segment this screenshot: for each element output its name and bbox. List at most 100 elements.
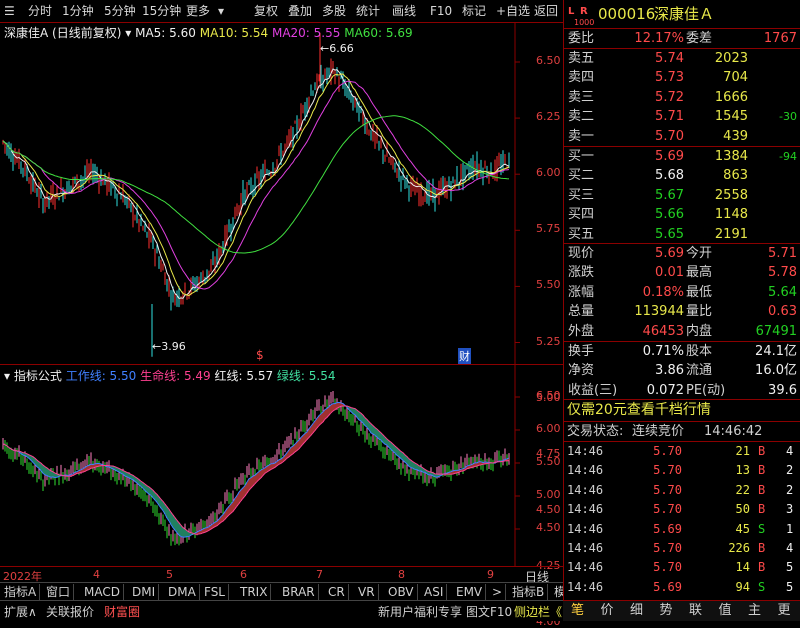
stats-value: 0.18% [642, 284, 684, 300]
indicator-tab-3[interactable]: DMI [129, 584, 160, 600]
quote-tab-7[interactable]: 更 [770, 601, 799, 621]
weibi-value: 12.17% [634, 31, 684, 46]
indicator-chart[interactable]: ▾ 指标公式 工作线: 5.50 生命线: 5.49 红线: 5.57 绿线: … [0, 364, 563, 567]
fund-label: PE(动) [686, 382, 726, 398]
tab-5min[interactable]: 5分钟 [104, 3, 136, 19]
tick-bs: B [758, 502, 766, 517]
fuquan-button[interactable]: 复权 [254, 3, 278, 19]
indicator-tab-2[interactable]: MACD [81, 584, 124, 600]
bid-volume: 2558 [714, 187, 748, 203]
tick-bs: B [758, 482, 766, 497]
promo-text[interactable]: 仅需20元查看千档行情 [567, 401, 711, 420]
quote-tab-1[interactable]: 价 [593, 601, 622, 621]
date-label: 5 [166, 568, 173, 581]
duogu-button[interactable]: 多股 [322, 3, 346, 19]
indicator-tab-12[interactable]: EMV [453, 584, 487, 600]
ask-row[interactable]: 卖三 5.72 1666 [564, 88, 800, 107]
tick-time: 14:46 [567, 502, 604, 517]
indicator-name[interactable]: 指标公式 [14, 369, 62, 383]
indicator-tab-13[interactable]: > [489, 584, 507, 600]
quote-tab-0[interactable]: 笔 [563, 601, 592, 621]
ma20-label: MA20: 5.55 [271, 26, 341, 40]
bid-row[interactable]: 买五 5.65 2191 [564, 225, 800, 244]
tick-count: 1 [786, 521, 794, 536]
stats-value: 5.78 [768, 265, 797, 281]
f10-chart-button[interactable]: 图文F10 [466, 603, 512, 620]
fund-label: 流通 [686, 363, 713, 379]
gongzuo-label: 工作线: 5.50 [65, 369, 137, 383]
related-quote-button[interactable]: 关联报价 [46, 603, 94, 620]
f10-button[interactable]: F10 [430, 3, 452, 19]
tick-row: 14:46 5.70 226 B 4 [564, 539, 800, 558]
quote-tab-5[interactable]: 值 [711, 601, 740, 621]
expand-button[interactable]: 扩展∧ [4, 603, 37, 620]
new-user-promo[interactable]: 新用户福利专享 [378, 603, 462, 620]
stats-row: 总量 113944 量比 0.63 [564, 302, 800, 321]
sidebar-toggle[interactable]: 侧边栏《 [514, 603, 562, 620]
ask-row[interactable]: 卖二 5.71 1545 -30 [564, 107, 800, 126]
quote-tab-6[interactable]: 主 [740, 601, 769, 621]
huaxian-button[interactable]: 画线 [392, 3, 416, 19]
bid-volume: 1384 [714, 149, 748, 164]
indicator-tab-9[interactable]: VR [355, 584, 379, 600]
indicator-tab-7[interactable]: BRAR [279, 584, 319, 600]
promo-row[interactable]: 仅需20元查看千档行情 [564, 401, 800, 420]
biaoji-button[interactable]: 标记 [462, 3, 486, 19]
dividend-marker[interactable]: $ [256, 348, 264, 362]
chevron-down-icon[interactable]: ▾ [218, 3, 224, 19]
menu-icon[interactable]: ☰ [4, 3, 15, 19]
stats-value: 67491 [755, 323, 797, 339]
kline-chart[interactable]: 深康佳A (日线前复权) ▾ MA5: 5.60 MA10: 5.54 MA20… [0, 22, 563, 628]
high-marker: ←6.66 [320, 42, 354, 55]
tongji-button[interactable]: 统计 [356, 3, 380, 19]
bid-row[interactable]: 买二 5.68 863 [564, 166, 800, 185]
tick-volume: 13 [735, 463, 750, 478]
bid-row[interactable]: 买三 5.67 2558 [564, 186, 800, 205]
date-label: 6 [240, 568, 247, 581]
tick-time: 14:46 [567, 463, 604, 478]
ask-row[interactable]: 卖五 5.74 2023 [564, 49, 800, 68]
ma10-label: MA10: 5.54 [199, 26, 269, 40]
trade-status-row: 交易状态: 连续竞价 14:46:42 [567, 424, 763, 439]
quote-tab-4[interactable]: 联 [681, 601, 710, 621]
indicator-tab-14[interactable]: 指标B [509, 584, 549, 600]
indicator-tab-0[interactable]: 指标A [1, 584, 41, 600]
stats-row: 现价 5.69 今开 5.71 [564, 244, 800, 263]
quote-tab-3[interactable]: 势 [652, 601, 681, 621]
fund-row: 换手 0.71% 股本 24.1亿 [564, 342, 800, 361]
ask-row[interactable]: 卖四 5.73 704 [564, 68, 800, 87]
indicator-tab-11[interactable]: ASI [421, 584, 448, 600]
ask-row[interactable]: 卖一 5.70 439 [564, 127, 800, 146]
add-watchlist-button[interactable]: +自选 [496, 3, 530, 19]
finance-marker[interactable]: 财 [458, 348, 471, 364]
diejia-button[interactable]: 叠加 [288, 3, 312, 19]
tick-row: 14:46 5.69 94 S 5 [564, 578, 800, 597]
tick-row: 14:46 5.70 21 B 4 [564, 442, 800, 461]
stats-value: 0.63 [768, 304, 797, 320]
stock-name: 深康佳Ａ [654, 5, 715, 23]
bid-label: 买二 [568, 168, 595, 184]
indicator-tab-6[interactable]: TRIX [237, 584, 272, 600]
tab-fenshi[interactable]: 分时 [28, 3, 52, 19]
lv-label: 绿线: 5.54 [276, 369, 336, 383]
bid-row[interactable]: 买四 5.66 1148 [564, 205, 800, 224]
tick-volume: 94 [735, 579, 750, 594]
wealth-circle-button[interactable]: 财富圈 [104, 603, 140, 620]
indicator-tab-5[interactable]: FSL [201, 584, 229, 600]
chevron-down-icon[interactable]: ▾ [4, 369, 10, 383]
tick-price: 5.70 [653, 482, 682, 497]
quote-tab-2[interactable]: 细 [622, 601, 651, 621]
back-button[interactable]: 返回 [534, 3, 558, 19]
bid-row[interactable]: 买一 5.69 1384 -94 [564, 147, 800, 166]
indicator-tab-4[interactable]: DMA [165, 584, 200, 600]
indicator-tab-1[interactable]: 窗口 [43, 584, 75, 600]
chevron-down-icon[interactable]: ▾ [125, 26, 131, 40]
date-axis: 2022年 4 5 6 7 8 9 日线 [0, 566, 563, 584]
indicator-tab-8[interactable]: CR [325, 584, 349, 600]
tab-15min[interactable]: 15分钟 [142, 3, 181, 19]
tick-bs: B [758, 463, 766, 478]
tab-more[interactable]: 更多 [186, 3, 210, 19]
tick-count: 5 [786, 579, 794, 594]
tab-1min[interactable]: 1分钟 [62, 3, 94, 19]
indicator-tab-10[interactable]: OBV [385, 584, 418, 600]
